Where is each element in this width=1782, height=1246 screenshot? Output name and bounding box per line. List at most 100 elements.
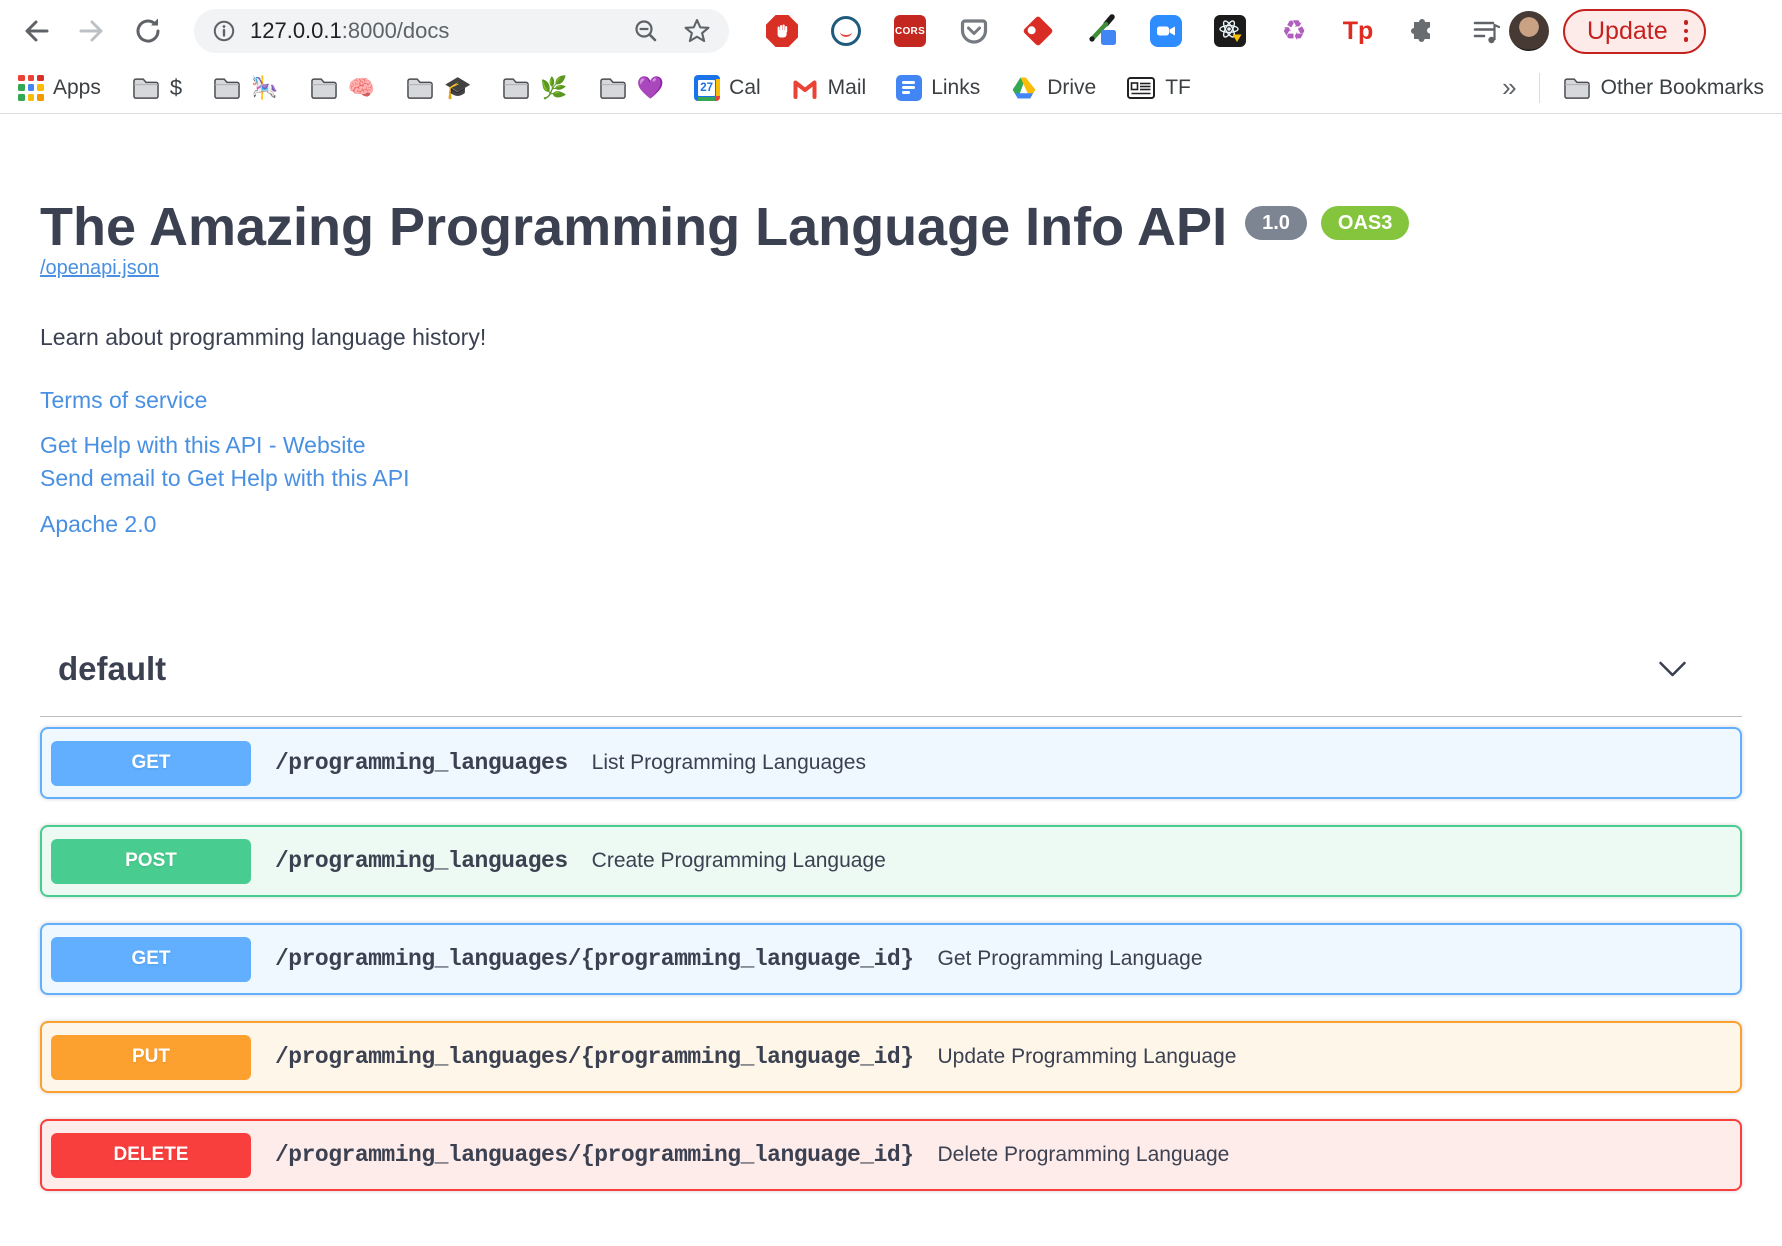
oas3-badge: OAS3: [1320, 206, 1410, 240]
bookmark-folder[interactable]: 🎠: [212, 74, 279, 100]
browser-menu-icon[interactable]: [1683, 20, 1689, 42]
page-title: The Amazing Programming Language Info AP…: [40, 197, 1228, 257]
bookmark-mail[interactable]: Mail: [791, 74, 867, 102]
endpoint-row[interactable]: POST /programming_languages Create Progr…: [40, 825, 1742, 898]
forward-button[interactable]: [70, 9, 114, 53]
endpoint-path: /programming_languages: [275, 848, 568, 875]
apps-grid-icon: [18, 74, 44, 101]
folder-icon: [310, 78, 337, 99]
method-badge: GET: [51, 936, 251, 982]
bookmark-folder[interactable]: 🎓: [405, 75, 471, 100]
send-email-help-link[interactable]: Send email to Get Help with this API: [40, 462, 409, 495]
tag-section-label: default: [58, 650, 167, 688]
reload-button[interactable]: [126, 9, 170, 53]
pocket-icon[interactable]: [957, 14, 991, 48]
bookmarks-bar: Apps $ 🎠 🧠 🎓 🌿 💜 27 Cal Mail Links Drive…: [0, 62, 1782, 114]
update-button[interactable]: Update: [1563, 8, 1707, 54]
back-icon: [25, 20, 49, 42]
bookmark-label: TF: [1165, 75, 1191, 99]
adblock-hand-icon[interactable]: [765, 14, 799, 48]
profile-avatar[interactable]: [1509, 11, 1549, 51]
version-badge: 1.0: [1245, 206, 1307, 240]
endpoint-summary: Delete Programming Language: [937, 1143, 1230, 1167]
folder-label: $: [169, 74, 183, 100]
endpoint-row[interactable]: GET /programming_languages/{programming_…: [40, 923, 1742, 996]
endpoint-path: /programming_languages/{programming_lang…: [275, 946, 914, 973]
links-icon: [896, 74, 923, 101]
bookmark-folder[interactable]: 🌿: [501, 74, 568, 100]
eyedropper-icon[interactable]: [1085, 14, 1119, 48]
folder-icon: [214, 78, 240, 99]
react-devtools-icon[interactable]: [1213, 14, 1247, 48]
swagger-page: The Amazing Programming Language Info AP…: [0, 114, 1782, 1192]
endpoint-row[interactable]: PUT /programming_languages/{programming_…: [40, 1021, 1742, 1094]
chat-bubble-icon[interactable]: [829, 14, 863, 48]
endpoint-row[interactable]: GET /programming_languages List Programm…: [40, 727, 1742, 800]
apps-label: Apps: [53, 75, 101, 99]
star-icon[interactable]: [683, 17, 711, 45]
get-help-website-link[interactable]: Get Help with this API - Website: [40, 429, 366, 462]
gmail-icon: [793, 80, 817, 99]
calendar-icon: 27: [694, 74, 721, 101]
red-diamond-icon[interactable]: [1021, 14, 1055, 48]
music-queue-icon[interactable]: [1469, 14, 1503, 48]
folder-label: 💜: [636, 74, 665, 100]
folder-icon: [133, 78, 159, 99]
bookmark-folder[interactable]: $: [131, 75, 182, 100]
update-label: Update: [1587, 16, 1668, 45]
license-link[interactable]: Apache 2.0: [40, 511, 156, 538]
openapi-spec-link[interactable]: /openapi.json: [40, 257, 159, 279]
bookmark-label: Links: [931, 75, 981, 99]
method-badge: DELETE: [51, 1132, 251, 1178]
tp-icon[interactable]: Tp: [1341, 14, 1375, 48]
bookmark-tf[interactable]: TF: [1126, 75, 1191, 101]
bookmark-label: Mail: [827, 75, 867, 99]
zoom-out-icon[interactable]: [633, 18, 659, 44]
info-icon[interactable]: [212, 19, 236, 43]
cors-icon[interactable]: CORS: [893, 14, 927, 48]
bookmark-folder[interactable]: 💜: [598, 75, 664, 100]
bookmark-apps[interactable]: Apps: [18, 74, 101, 101]
folder-label: 🎓: [443, 74, 472, 100]
bookmark-links[interactable]: Links: [896, 74, 981, 101]
bookmark-label: Drive: [1047, 75, 1097, 99]
url-text[interactable]: 127.0.0.1:8000/docs: [250, 18, 449, 44]
forward-icon: [79, 20, 103, 42]
bookmark-calendar[interactable]: 27 Cal: [694, 74, 761, 101]
reload-icon: [136, 18, 160, 43]
folder-icon: [599, 78, 626, 99]
endpoint-path: /programming_languages/{programming_lang…: [275, 1044, 914, 1071]
bookmark-label: Cal: [729, 75, 761, 99]
terms-of-service-link[interactable]: Terms of service: [40, 387, 207, 414]
bookmarks-overflow-chevron[interactable]: »: [1502, 72, 1516, 103]
endpoint-summary: List Programming Languages: [591, 751, 866, 775]
endpoint-path: /programming_languages: [275, 750, 568, 777]
folder-label: 🧠: [347, 74, 375, 100]
url-bar[interactable]: 127.0.0.1:8000/docs: [194, 9, 729, 53]
folder-label: 🎠: [251, 74, 279, 100]
extension-strip: CORS ♻ Tp: [765, 14, 1503, 48]
zoom-meeting-icon[interactable]: [1149, 14, 1183, 48]
back-button[interactable]: [14, 9, 58, 53]
endpoint-summary: Update Programming Language: [937, 1045, 1237, 1069]
method-badge: POST: [51, 838, 251, 884]
browser-toolbar: 127.0.0.1:8000/docs CORS ♻ Tp Update: [0, 0, 1782, 62]
folder-icon: [503, 78, 530, 99]
bookmark-drive[interactable]: Drive: [1010, 74, 1096, 102]
other-bookmarks-label: Other Bookmarks: [1600, 75, 1764, 99]
folder-label: 🌿: [540, 74, 568, 100]
purple-recycle-icon[interactable]: ♻: [1277, 14, 1311, 48]
endpoint-summary: Get Programming Language: [937, 947, 1203, 971]
bookmarks-separator: [1538, 72, 1540, 103]
chevron-down-icon[interactable]: [1658, 661, 1687, 678]
tag-section-header[interactable]: default: [40, 650, 1742, 718]
other-bookmarks[interactable]: Other Bookmarks: [1562, 75, 1764, 100]
endpoint-list: GET /programming_languages List Programm…: [40, 727, 1742, 1192]
bookmark-folder[interactable]: 🧠: [309, 75, 375, 100]
puzzle-extensions-icon[interactable]: [1405, 14, 1439, 48]
cors-label: CORS: [894, 15, 926, 47]
endpoint-summary: Create Programming Language: [591, 849, 886, 873]
folder-icon: [1563, 78, 1590, 99]
endpoint-row[interactable]: DELETE /programming_languages/{programmi…: [40, 1119, 1742, 1192]
method-badge: GET: [51, 740, 251, 786]
